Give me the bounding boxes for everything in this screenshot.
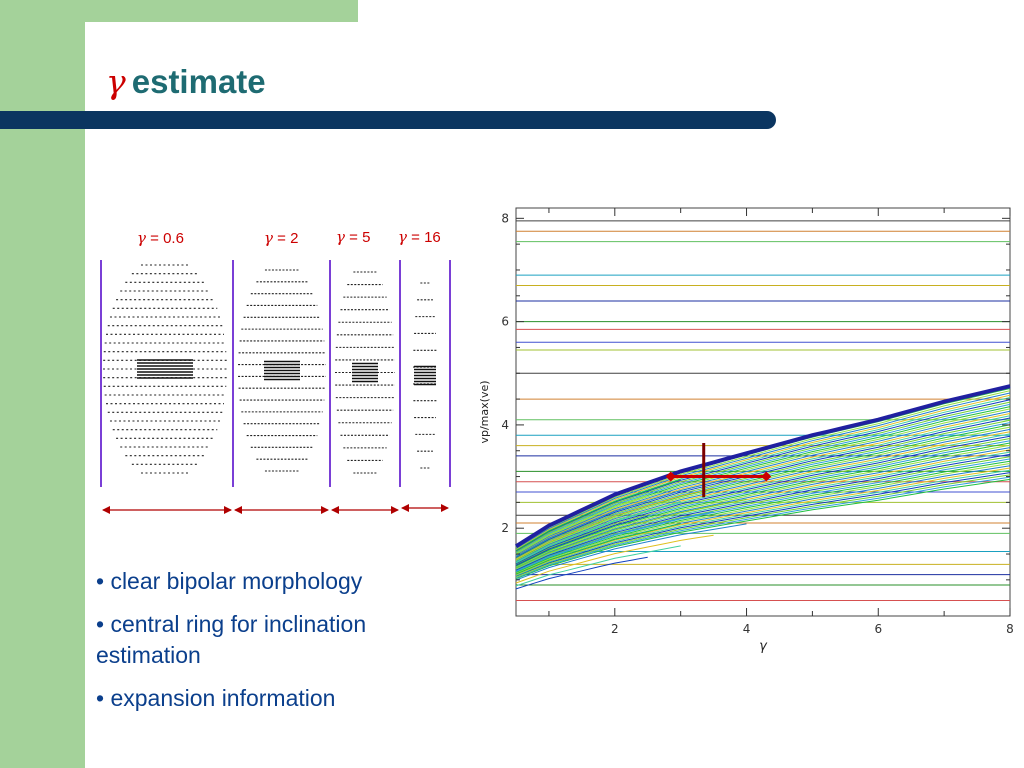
arrow-head-right — [441, 504, 449, 512]
arrow-head-left — [234, 506, 242, 514]
y-tick-label: 8 — [501, 211, 509, 225]
y-tick-label: 4 — [501, 418, 509, 432]
x-tick-label: 2 — [611, 622, 619, 636]
bullet-morphology: • clear bipolar morphology — [96, 568, 363, 594]
arrow-head-left — [102, 506, 110, 514]
arrow-head-right — [224, 506, 232, 514]
top-green-band — [85, 0, 358, 22]
bullet-expansion: • expansion information — [96, 685, 336, 711]
y-tick-label: 6 — [501, 315, 509, 329]
title-text: estimate — [131, 63, 266, 100]
title-rule — [0, 111, 776, 129]
arrow-head-right — [321, 506, 329, 514]
arrow-head-right — [391, 506, 399, 514]
x-tick-label: 4 — [743, 622, 751, 636]
arrow-head-left — [331, 506, 339, 514]
gamma-label-2: γ = 2 — [264, 229, 299, 247]
gamma-label-5: γ = 5 — [336, 228, 371, 246]
x-tick-label: 6 — [874, 622, 882, 636]
x-tick-label: 8 — [1006, 622, 1014, 636]
gamma-label-0.6: γ = 0.6 — [137, 229, 184, 247]
y-axis-label: vp/max(ve) — [478, 380, 491, 443]
title-gamma-symbol: γ — [106, 62, 126, 101]
gamma-plot: 2 4 6 8 2 4 6 8 vp/max(ve) γ — [478, 207, 1014, 654]
arrow-head-left — [401, 504, 409, 512]
bullet-central-ring: • central ring for inclination estimatio… — [96, 611, 367, 668]
slide-title: γ estimate — [106, 62, 266, 101]
x-axis-label: γ — [759, 639, 768, 654]
bullet-list: • clear bipolar morphology • central rin… — [96, 566, 456, 726]
morphology-panels — [100, 260, 451, 514]
y-tick-label: 2 — [501, 521, 509, 535]
gamma-label-16: γ = 16 — [398, 228, 441, 246]
